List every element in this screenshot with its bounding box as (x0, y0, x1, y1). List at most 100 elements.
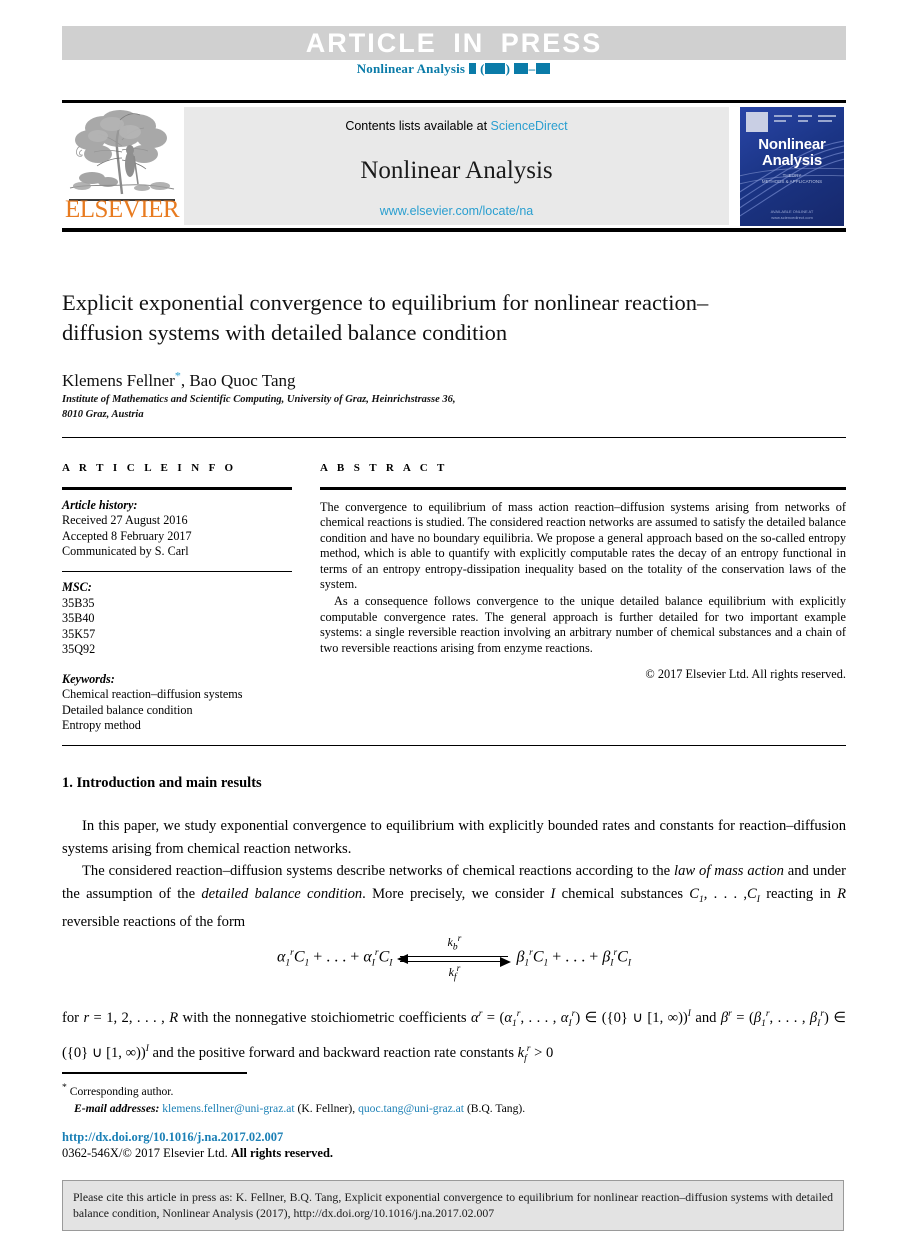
redacted-volume-block (469, 63, 477, 74)
author-names: Klemens Fellner*, Bao Quoc Tang (62, 368, 296, 390)
page-title: Explicit exponential convergence to equi… (62, 290, 709, 345)
corresponding-author-asterisk: * (62, 1082, 67, 1093)
redacted-pagestart-block (514, 63, 529, 74)
equation-rate-backward: kbr (447, 934, 462, 953)
elsevier-logo: ELSEVIER (64, 106, 180, 226)
intro-p2-var-R: R (837, 885, 846, 902)
article-info-rule-top (62, 487, 292, 490)
article-info-heading: A R T I C L E I N F O (62, 462, 237, 474)
cover-bottom-text: AVAILABLE ONLINE AT www.sciencedirect.com (770, 209, 814, 220)
intro-p2-ellipsis: , . . . , (703, 885, 748, 902)
email-link-tang[interactable]: quoc.tang@uni-graz.at (358, 1102, 464, 1115)
equation-rate-forward: kfr (448, 964, 461, 983)
affiliation-line-2: 8010 Graz, Austria (62, 409, 144, 420)
msc-code: 35B35 (62, 595, 95, 610)
equation-rhs: β1rC1 + . . . + βIrCI (516, 947, 632, 969)
equation-lhs: α1rC1 + . . . + αIrCI (276, 947, 393, 969)
article-history-label: Article history: (62, 497, 138, 512)
msc-block: MSC: 35B35 35B40 35K57 35Q92 (62, 580, 292, 658)
cover-top-rules (774, 115, 836, 129)
abstract-column: A B S T R A C T The convergence to equil… (320, 462, 846, 682)
article-received-date: Received 27 August 2016 (62, 513, 188, 527)
affiliation-line-1: Institute of Mathematics and Scientific … (62, 394, 456, 405)
issn-prefix: 0362-546X/© 2017 Elsevier Ltd. (62, 1146, 228, 1160)
journal-title: Nonlinear Analysis (360, 157, 553, 184)
masthead-top-rule (62, 100, 846, 103)
email-link-fellner[interactable]: klemens.fellner@uni-graz.at (162, 1102, 294, 1115)
footnote-block: * Corresponding author. E-mail addresses… (62, 1079, 846, 1117)
cover-elsevier-mark (746, 112, 768, 132)
cover-title-line2: Analysis (761, 152, 823, 169)
journal-homepage-link[interactable]: www.elsevier.com/locate/na (184, 204, 729, 218)
intro-p2-substances: C (689, 885, 700, 902)
footnote-separator (62, 1072, 247, 1074)
email-owner-fellner: (K. Fellner), (297, 1101, 356, 1115)
keywords-block: Keywords: Chemical reaction–diffusion sy… (62, 672, 292, 734)
article-in-press-label: ARTICLE IN PRESS (305, 27, 603, 58)
abstract-heading: A B S T R A C T (320, 462, 448, 474)
intro-p2-substances-last: C (747, 885, 757, 902)
journal-ref-paren-open: ( (480, 61, 485, 76)
abstract-paragraph-2: As a consequence follows convergence to … (320, 594, 846, 655)
elsevier-wordmark: ELSEVIER (64, 196, 180, 223)
keyword-item: Entropy method (62, 718, 141, 732)
title-section-rule (62, 437, 846, 438)
journal-reference-line: Nonlinear Analysis () – (0, 61, 907, 77)
author-affiliation: Institute of Mathematics and Scientific … (62, 392, 762, 422)
section-heading-introduction: 1. Introduction and main results (62, 775, 262, 791)
intro-p2-part-d: chemical substances (555, 885, 690, 902)
cover-journal-title: Nonlinear Analysis (740, 137, 844, 169)
masthead-center-panel: Contents lists available at ScienceDirec… (184, 107, 729, 225)
journal-reference-name: Nonlinear Analysis (356, 61, 466, 76)
article-accepted-date: Accepted 8 February 2017 (62, 528, 192, 543)
intro-paragraph-2: The considered reaction–diffusion system… (62, 860, 846, 933)
contents-available-text: Contents lists available at (345, 119, 488, 133)
keyword-item: Chemical reaction–diffusion systems (62, 687, 243, 701)
corresponding-author-note: * Corresponding author. (62, 1079, 846, 1100)
redacted-year-block (485, 63, 506, 74)
journal-cover-thumbnail: Nonlinear Analysis THEORY METHODS & APPLI… (740, 107, 844, 226)
intro-p2-part-a: The considered reaction–diffusion system… (82, 863, 675, 879)
abstract-rule-top (320, 487, 846, 490)
elsevier-tree-icon (68, 106, 176, 198)
intro-paragraph-1: In this paper, we study exponential conv… (62, 818, 846, 857)
intro-p2-emphasis-1: law of mass action (674, 863, 784, 879)
issn-copyright-line: 0362-546X/© 2017 Elsevier Ltd. All right… (62, 1146, 333, 1161)
article-info-column: A R T I C L E I N F O Article history: R… (62, 462, 292, 734)
cover-title-line1: Nonlinear (758, 136, 826, 153)
intro-p2-part-f: reversible reactions of the form (62, 913, 246, 930)
redacted-pageend-block (535, 63, 550, 74)
reaction-equation: α1rC1 + . . . + αIrCI kbr kfr β1rC1 + . … (62, 934, 846, 982)
citation-notice-box: Please cite this article in press as: K.… (62, 1180, 844, 1231)
intro-p2-part-c: . More precisely, we consider (362, 885, 551, 902)
sciencedirect-link[interactable]: ScienceDirect (491, 119, 568, 133)
email-owner-tang: (B.Q. Tang). (466, 1101, 526, 1115)
msc-code: 35K57 (62, 626, 96, 641)
masthead-bottom-rule (62, 228, 846, 232)
article-in-press-banner: ARTICLE IN PRESS (62, 26, 846, 60)
post-equation-text: for r = 1, 2, . . . , R with the nonnega… (62, 1009, 847, 1064)
author-list: Klemens Fellner*, Bao Quoc Tang (62, 368, 762, 391)
contents-available-line: Contents lists available at ScienceDirec… (184, 119, 729, 133)
equation-inner: α1rC1 + . . . + αIrCI kbr kfr β1rC1 + . … (276, 934, 632, 982)
doi-link[interactable]: http://dx.doi.org/10.1016/j.na.2017.02.0… (62, 1130, 283, 1145)
msc-code: 35B40 (62, 611, 95, 625)
keywords-label: Keywords: (62, 671, 115, 686)
abstract-copyright: © 2017 Elsevier Ltd. All rights reserved… (645, 667, 846, 682)
paper-page: ARTICLE IN PRESS Nonlinear Analysis () – (0, 0, 907, 1238)
intro-p2-part-e: reacting in (759, 885, 838, 902)
msc-label: MSC: (62, 580, 92, 594)
msc-code: 35Q92 (62, 642, 96, 656)
intro-p2-emphasis-2: detailed balance condition (201, 885, 363, 902)
article-communicated-by: Communicated by S. Carl (62, 544, 189, 558)
email-addresses-label: E-mail addresses: (74, 1101, 160, 1115)
reversible-reaction-arrow-icon: kbr kfr (397, 934, 512, 982)
email-addresses-note: E-mail addresses: klemens.fellner@uni-gr… (62, 1100, 846, 1117)
article-info-rule-mid (62, 570, 292, 572)
issn-rights-reserved: All rights reserved. (230, 1146, 334, 1160)
corresponding-author-text: Corresponding author. (69, 1084, 174, 1098)
keyword-item: Detailed balance condition (62, 702, 193, 717)
abstract-body-divider (62, 745, 846, 746)
journal-ref-dash: – (528, 61, 536, 76)
cover-subtitle: THEORY METHODS & APPLICATIONS (761, 173, 823, 184)
